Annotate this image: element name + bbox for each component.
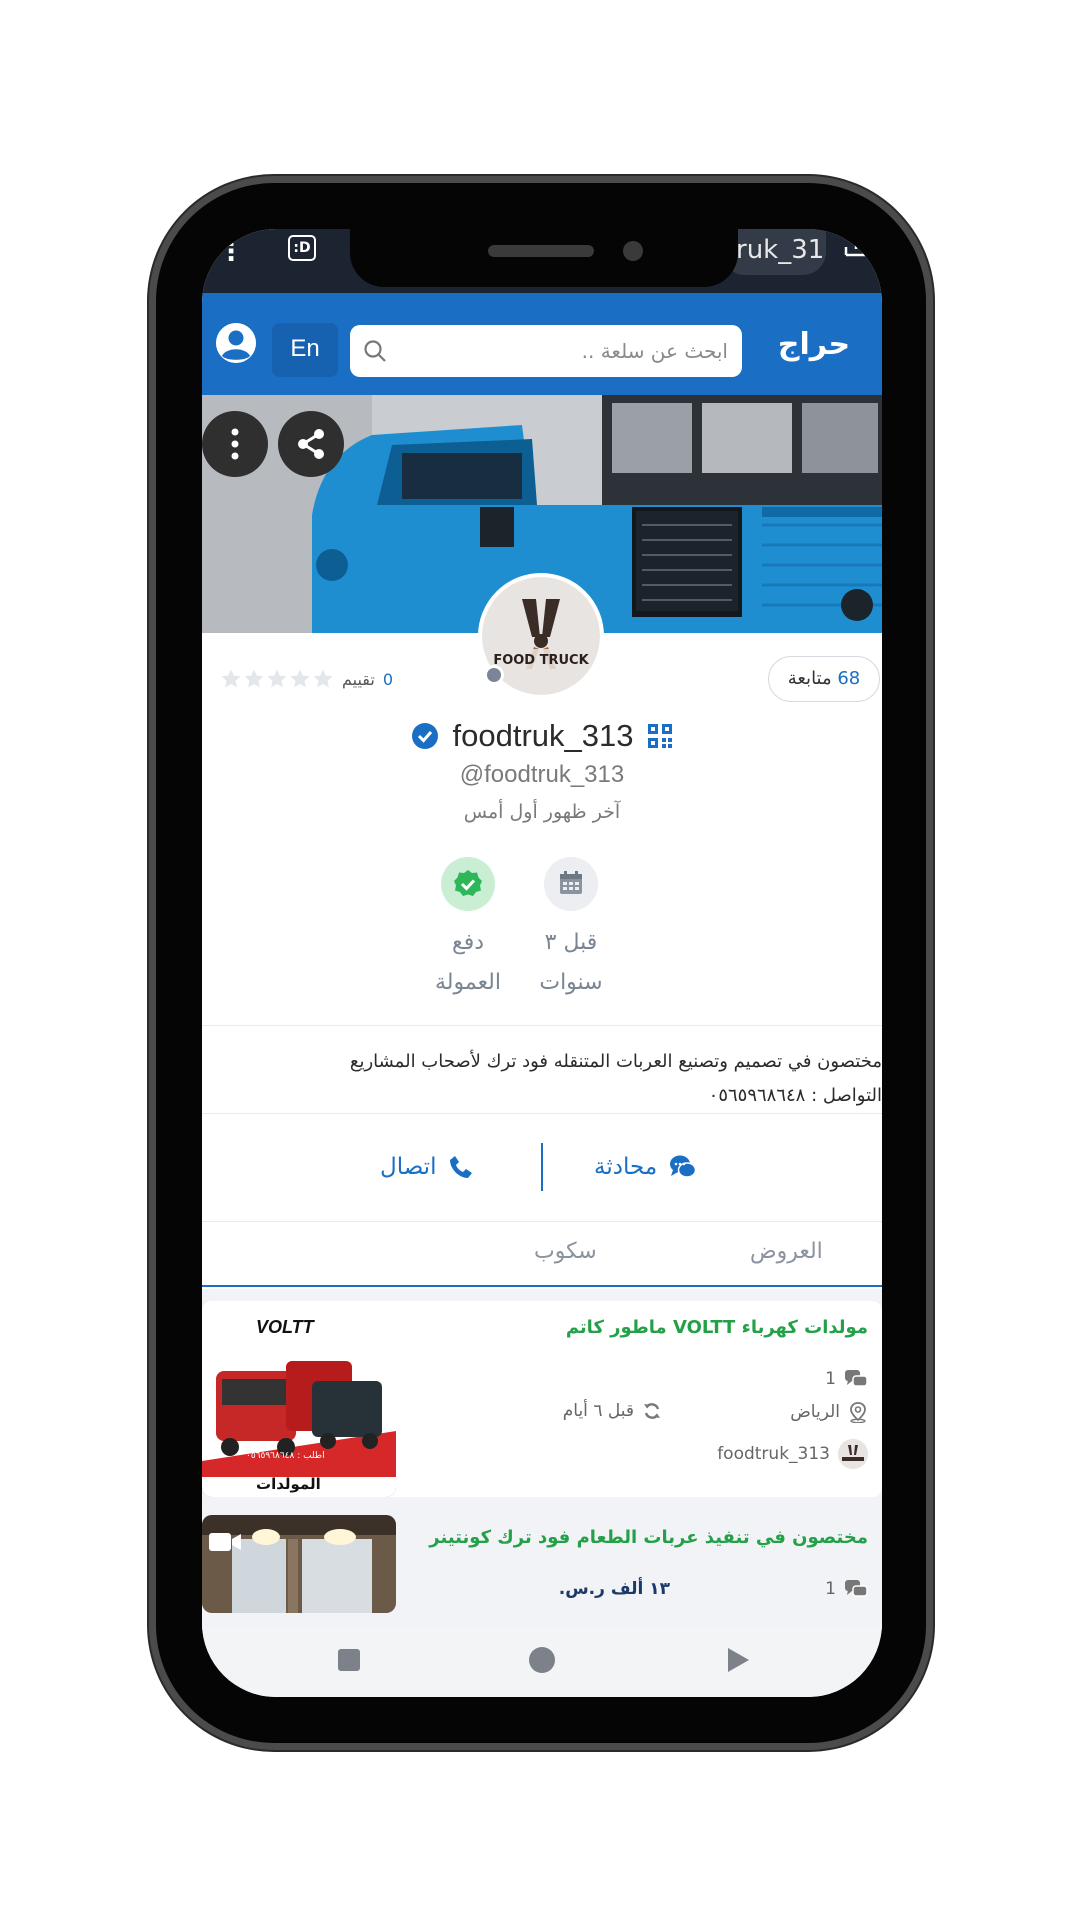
star-icon (313, 669, 333, 688)
listing-item[interactable]: مختصون في تنفيذ عربات الطعام فود ترك كون… (202, 1515, 882, 1629)
contact-actions: محادثة اتصال (202, 1113, 882, 1221)
member-since-line1: قبل ٣ (544, 930, 598, 955)
account-button[interactable] (216, 323, 256, 363)
divider (202, 1025, 882, 1026)
status-overflow-icon: ⋮ (218, 237, 244, 267)
search-icon (364, 340, 386, 362)
actions-separator (541, 1143, 543, 1191)
share-button[interactable] (278, 411, 344, 477)
calendar-icon-wrap (544, 857, 598, 911)
location-pin-icon (850, 1402, 866, 1423)
profile-bio: مختصون في تصميم وتصنيع العربات المتنقله … (232, 1045, 882, 1113)
rating-count: 0 (382, 669, 394, 689)
member-since-line2: سنوات (539, 970, 603, 995)
listings-feed: VOLTT اطلب : ٠٥٦٥٩٦٨٦٤٨ المولدات مولدات … (202, 1289, 882, 1629)
listing-time-text: قبل ٦ أيام (562, 1401, 634, 1421)
notch (350, 229, 738, 287)
listing-comment-count: 1 (825, 1369, 836, 1389)
profile-handle: @foodtruk_313 (459, 761, 625, 788)
video-icon (209, 1323, 241, 1341)
followers-button[interactable]: 68 متابعة (768, 656, 880, 702)
listing-location: الرياض (790, 1401, 868, 1423)
status-app-icon: :D (288, 235, 316, 261)
listing-comments: 1 (825, 1369, 868, 1389)
star-icon (244, 669, 264, 688)
user-icon (216, 323, 256, 363)
chat-button-label: محادثة (594, 1154, 658, 1180)
star-icon (221, 669, 241, 688)
check-badge-icon (454, 870, 482, 896)
share-out-icon (844, 235, 868, 257)
listing-comment-count: 1 (825, 1579, 836, 1599)
verified-icon (411, 723, 438, 749)
profile-tabs: العروض سكوب (202, 1221, 882, 1287)
seller-name: foodtruk_313 (717, 1444, 830, 1464)
avatar-logo-text: FOOD TRUCK (493, 653, 589, 668)
speaker-grille (488, 245, 594, 257)
profile-username: foodtruk_313 (452, 718, 634, 753)
share-icon (298, 429, 324, 459)
tab-offers[interactable]: العروض (750, 1239, 823, 1264)
chat-icon (670, 1155, 697, 1178)
listing-time: قبل ٦ أيام (563, 1401, 662, 1421)
listing-title[interactable]: مولدات كهرباء VOLTT ماطور كاتم (566, 1317, 868, 1338)
followers-count: 68 (837, 668, 861, 689)
call-button[interactable]: اتصال (380, 1143, 474, 1191)
listing-item[interactable]: VOLTT اطلب : ٠٥٦٥٩٦٨٦٤٨ المولدات مولدات … (202, 1301, 882, 1497)
qr-code-icon[interactable] (647, 723, 673, 749)
more-options-button[interactable] (202, 411, 268, 477)
star-icon (267, 669, 287, 688)
listing-title[interactable]: مختصون في تنفيذ عربات الطعام فود ترك كون… (429, 1527, 868, 1548)
commission-line1: دفع (451, 930, 485, 955)
language-toggle-button[interactable]: En (272, 323, 338, 377)
search-input[interactable] (396, 325, 728, 377)
calendar-icon (560, 871, 582, 894)
star-icon (290, 669, 310, 688)
haraj-logo[interactable]: حراج (756, 321, 872, 369)
check-badge-icon-wrap (441, 857, 495, 911)
thumb-phone-text: اطلب : ٠٥٦٥٩٦٨٦٤٨ (246, 1451, 325, 1461)
recents-button-icon[interactable] (334, 1645, 364, 1675)
profile-name-row: foodtruk_313 (202, 711, 882, 761)
search-bar[interactable] (350, 325, 742, 377)
online-status-dot (484, 665, 504, 685)
refresh-icon (644, 1403, 660, 1419)
video-icon (209, 1533, 241, 1551)
listing-comments: 1 (825, 1579, 868, 1599)
vertical-dots-icon (231, 428, 239, 460)
rating-stars (220, 668, 334, 690)
home-button-icon[interactable] (527, 1645, 557, 1675)
comments-icon (845, 1370, 868, 1387)
call-button-label: اتصال (380, 1154, 437, 1180)
phone-icon (450, 1156, 473, 1178)
chat-button[interactable]: محادثة (594, 1143, 697, 1191)
member-since-badge: قبل ٣ سنوات (516, 857, 626, 1003)
phone-frame: ⋮ :D ruk_31 En ابحث عن سلعة .. حراج FOOD… (156, 183, 926, 1743)
bio-line-2: التواصل : ٠٥٦٥٩٦٨٦٤٨ (708, 1085, 882, 1106)
listing-city: الرياض (790, 1402, 840, 1422)
rating-summary[interactable]: تقييم 0 (220, 664, 393, 694)
commission-paid-badge: دفع العمولة (413, 857, 523, 1003)
thumb-brand-text: VOLTT (256, 1317, 314, 1337)
tab-scoop[interactable]: سكوب (534, 1239, 597, 1264)
seller-avatar (838, 1439, 868, 1469)
thumb-caption-text: المولدات (256, 1475, 321, 1493)
listing-seller[interactable]: foodtruk_313 (717, 1439, 868, 1469)
rating-label: تقييم (342, 669, 375, 689)
followers-label: متابعة (787, 668, 832, 689)
front-camera (623, 241, 643, 261)
commission-line2: العمولة (434, 970, 501, 995)
comments-icon (845, 1580, 868, 1597)
phone-screen: ⋮ :D ruk_31 En ابحث عن سلعة .. حراج FOOD… (202, 229, 882, 1697)
last-seen-text: آخر ظهور أول أمس (463, 801, 621, 823)
bio-line-1: مختصون في تصميم وتصنيع العربات المتنقله … (349, 1051, 882, 1072)
system-nav-bar (202, 1627, 882, 1697)
listing-price: ١٣ ألف ر.س. (558, 1579, 670, 1599)
back-button-icon[interactable] (722, 1645, 752, 1675)
app-header: En حراج (202, 293, 882, 395)
